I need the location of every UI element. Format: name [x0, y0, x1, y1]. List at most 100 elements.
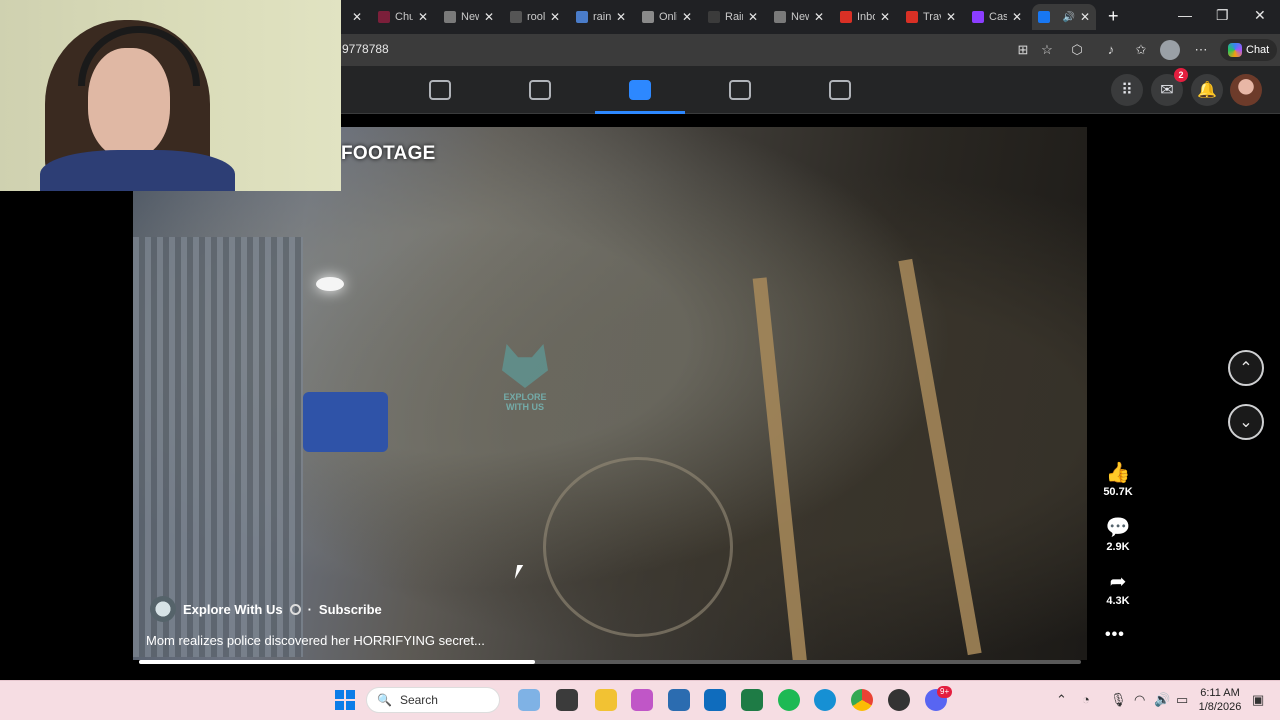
browser-tab[interactable]: Rain ✕: [702, 4, 764, 30]
browser-tab[interactable]: New ✕: [768, 4, 830, 30]
new-tab-icon: [774, 11, 786, 23]
previous-video-button[interactable]: ⌃: [1228, 350, 1264, 386]
discord-badge: 9+: [937, 686, 953, 698]
calculator-icon[interactable]: [668, 689, 690, 711]
menu-grid-button[interactable]: ⠿: [1111, 74, 1143, 106]
video-caption[interactable]: Mom realizes police discovered her HORRI…: [146, 633, 485, 648]
notifications-button[interactable]: 🔔: [1191, 74, 1223, 106]
search-icon: [510, 11, 522, 23]
close-tab-icon[interactable]: ✕: [748, 10, 758, 24]
like-button[interactable]: 👍 50.7K: [1098, 462, 1138, 498]
volume-icon[interactable]: 🔊: [1154, 692, 1170, 708]
profile-icon[interactable]: [1160, 40, 1180, 60]
tab-audio-icon[interactable]: 🔊: [1062, 12, 1074, 23]
close-tab-icon[interactable]: ✕: [814, 10, 824, 24]
wifi-icon[interactable]: ◠: [1134, 692, 1145, 708]
video-progress-bar[interactable]: [139, 660, 1081, 664]
new-tab-button[interactable]: +: [1108, 6, 1119, 27]
browser-tab[interactable]: raini ✕: [570, 4, 632, 30]
close-tab-icon[interactable]: ✕: [880, 10, 890, 24]
browser-tab[interactable]: Travi ✕: [900, 4, 962, 30]
spotify-icon[interactable]: [778, 689, 800, 711]
battery-icon[interactable]: ▭: [1176, 692, 1188, 708]
channel-name[interactable]: Explore With Us: [183, 602, 283, 617]
excel-icon[interactable]: [741, 689, 763, 711]
taskbar-search-placeholder: Search: [399, 693, 438, 707]
maximize-icon[interactable]: ❐: [1216, 7, 1229, 24]
tray-app-icon[interactable]: ◔: [1082, 692, 1090, 707]
extensions-icon[interactable]: ⬡: [1068, 41, 1086, 59]
browser-tab-label: Travi: [923, 11, 941, 23]
separator: ·: [307, 601, 312, 617]
gaming-tab[interactable]: [795, 66, 885, 114]
favorites-icon[interactable]: ✩: [1132, 41, 1150, 59]
messenger-badge: 2: [1174, 68, 1188, 82]
feeds-tab[interactable]: [495, 66, 585, 114]
close-tab-icon[interactable]: ✕: [418, 10, 428, 24]
canva-icon: [972, 11, 984, 23]
url-field[interactable]: 9778788: [342, 42, 389, 56]
browser-tab[interactable]: Onli ✕: [636, 4, 698, 30]
marketplace-tab[interactable]: [695, 66, 785, 114]
account-avatar[interactable]: [1230, 74, 1262, 106]
feeds-icon: [529, 80, 551, 100]
microphone-icon[interactable]: 🎙: [1110, 692, 1127, 708]
app-icon[interactable]: [888, 689, 910, 711]
channel-logo[interactable]: [150, 596, 176, 622]
system-clock[interactable]: 6:11 AM 1/8/2026: [1198, 686, 1242, 714]
minimize-icon[interactable]: —: [1178, 7, 1192, 23]
chevron-up-icon[interactable]: ⌃: [1056, 692, 1067, 708]
webcam-overlay: [0, 0, 341, 191]
close-tab-icon[interactable]: ✕: [682, 10, 692, 24]
close-window-icon[interactable]: ✕: [1254, 7, 1266, 24]
video-icon: [629, 80, 651, 100]
read-aloud-icon[interactable]: ♪: [1102, 41, 1120, 59]
browser-tab[interactable]: rool ✕: [504, 4, 566, 30]
windows-start-icon[interactable]: [335, 690, 355, 710]
browser-tab-label: Rain: [725, 11, 743, 23]
close-tab-icon[interactable]: ✕: [484, 10, 494, 24]
close-tab-icon[interactable]: ✕: [550, 10, 560, 24]
home-icon: [429, 80, 451, 100]
app-grid-icon[interactable]: ⊞: [1014, 41, 1032, 59]
video-player[interactable]: EXPLORE WITH US: [133, 127, 1087, 660]
close-tab-icon[interactable]: ✕: [946, 10, 956, 24]
close-tab-icon[interactable]: ✕: [352, 10, 362, 24]
edge-icon[interactable]: [814, 689, 836, 711]
tab-icon: [378, 11, 390, 23]
close-tab-icon[interactable]: ✕: [616, 10, 626, 24]
browser-tab-label: raini: [593, 11, 611, 23]
close-tab-icon[interactable]: ✕: [1080, 10, 1090, 24]
more-menu-icon[interactable]: ⋯: [1192, 41, 1210, 59]
globe-icon: [289, 603, 301, 615]
next-video-button[interactable]: ⌄: [1228, 404, 1264, 440]
video-tab[interactable]: [595, 66, 685, 114]
taskbar-app-icon[interactable]: [518, 689, 540, 711]
browser-tab[interactable]: Cash ✕: [966, 4, 1028, 30]
close-tab-icon[interactable]: ✕: [1012, 10, 1022, 24]
task-view-icon[interactable]: [556, 689, 578, 711]
copilot-chat-button[interactable]: Chat: [1220, 39, 1278, 61]
share-button[interactable]: ➦ 4.3K: [1098, 571, 1138, 607]
home-tab[interactable]: [395, 66, 485, 114]
search-icon: 🔍: [377, 693, 392, 707]
favorite-star-icon[interactable]: ☆: [1038, 41, 1056, 59]
notification-center-icon[interactable]: ▣: [1252, 692, 1264, 708]
chrome-icon[interactable]: [851, 689, 873, 711]
more-options-icon[interactable]: •••: [1105, 626, 1125, 644]
outlook-icon[interactable]: [704, 689, 726, 711]
browser-tab[interactable]: Chu ✕: [372, 4, 434, 30]
file-explorer-icon[interactable]: [595, 689, 617, 711]
browser-tab[interactable]: New ✕: [438, 4, 500, 30]
browser-tab-label: Onli: [659, 11, 677, 23]
taskbar-search[interactable]: 🔍 Search: [366, 687, 500, 713]
chevron-up-icon: ⌃: [1239, 360, 1253, 377]
browser-tab[interactable]: Inbo ✕: [834, 4, 896, 30]
comment-button[interactable]: 💬 2.9K: [1098, 517, 1138, 553]
subscribe-button[interactable]: Subscribe: [319, 602, 382, 617]
gmail-icon: [840, 11, 852, 23]
store-icon[interactable]: [631, 689, 653, 711]
browser-tab[interactable]: 🔊 ✕: [1032, 4, 1096, 30]
channel-info: Explore With Us · Subscribe: [150, 596, 382, 622]
chevron-down-icon: ⌄: [1239, 414, 1253, 431]
